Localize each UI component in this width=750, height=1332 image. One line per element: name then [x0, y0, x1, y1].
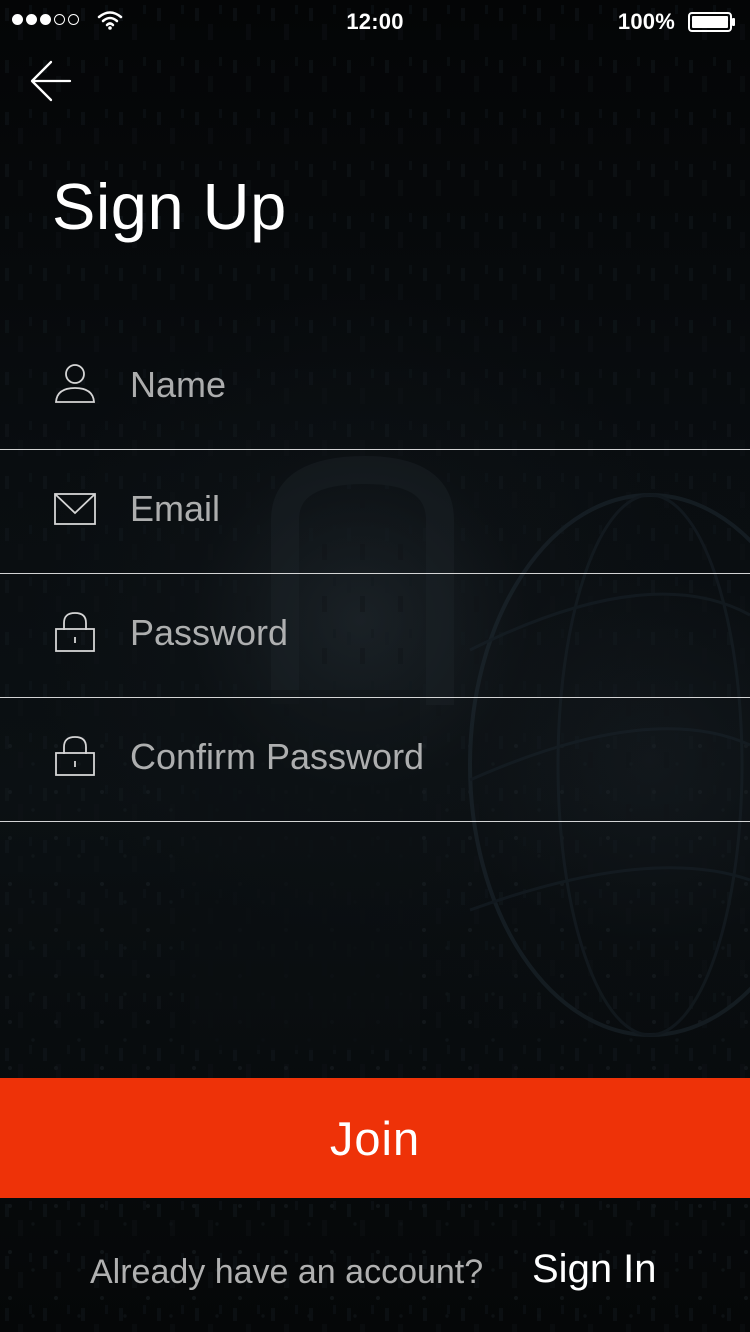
- email-input[interactable]: [130, 480, 710, 538]
- user-icon: [55, 364, 95, 403]
- password-field: [0, 574, 750, 698]
- email-field: [0, 450, 750, 574]
- confirm-password-field: [0, 698, 750, 822]
- name-field: [0, 326, 750, 450]
- signin-prompt: Already have an account? Sign In: [0, 1245, 750, 1299]
- join-button[interactable]: Join: [0, 1078, 750, 1198]
- envelope-icon: [54, 493, 96, 525]
- arrow-left-icon: [30, 60, 72, 102]
- lock-icon: [55, 736, 95, 776]
- sign-in-link[interactable]: Sign In: [532, 1247, 657, 1292]
- account-question-text: Already have an account?: [90, 1253, 484, 1291]
- confirm-password-input[interactable]: [130, 728, 710, 786]
- name-input[interactable]: [130, 356, 710, 414]
- status-bar: 12:00 100%: [0, 0, 750, 42]
- back-button[interactable]: [26, 57, 74, 105]
- password-input[interactable]: [130, 604, 710, 662]
- lock-icon: [55, 612, 95, 652]
- signup-form: [0, 326, 750, 822]
- page-title: Sign Up: [52, 170, 287, 243]
- battery-percentage: 100%: [617, 9, 675, 34]
- signup-screen: 12:00 100% Sign Up Name Email Join Alrea…: [0, 0, 750, 1332]
- battery-icon: [688, 12, 735, 32]
